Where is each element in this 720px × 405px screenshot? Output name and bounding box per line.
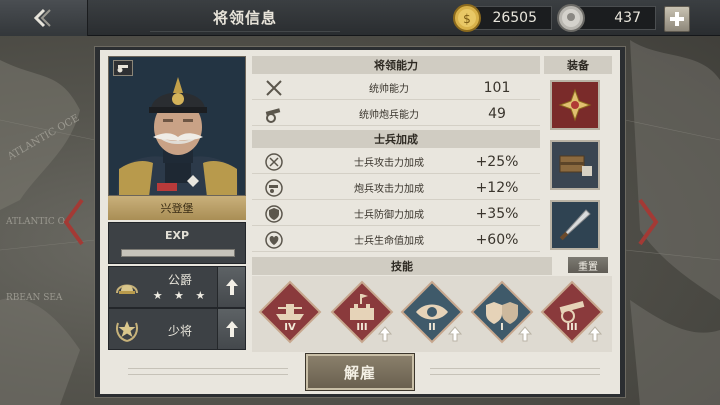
medal-cross-icon bbox=[552, 82, 598, 128]
skill-vision[interactable]: II bbox=[400, 280, 464, 344]
exp-panel: EXP bbox=[108, 222, 246, 264]
bonus-label: 士兵生命值加成 bbox=[354, 236, 424, 247]
bonus-row-attack: 士兵攻击力加成 +25% bbox=[252, 150, 540, 174]
exp-progress-bar bbox=[121, 249, 235, 257]
military-rank-upgrade-button[interactable] bbox=[217, 309, 245, 349]
divider-right bbox=[430, 368, 600, 369]
title-upgrade-button[interactable] bbox=[217, 267, 245, 307]
map-label-atlantic-2: ATLANTIC O bbox=[5, 217, 65, 227]
general-name: 兴登堡 bbox=[108, 196, 246, 220]
silver-counter: 437 bbox=[574, 6, 656, 30]
bonus-label: 士兵攻击力加成 bbox=[354, 158, 424, 169]
arrow-up-icon bbox=[518, 326, 532, 342]
medal-coin-icon bbox=[557, 4, 585, 32]
reset-skills-button[interactable]: 重置 bbox=[568, 257, 608, 273]
skill-shields[interactable]: I bbox=[470, 280, 534, 344]
skill-artillery[interactable]: III bbox=[540, 280, 604, 344]
arrow-up-icon bbox=[225, 279, 238, 295]
rank-emblem-badge bbox=[113, 60, 133, 76]
skill-level: IV bbox=[284, 322, 296, 333]
title-rank-stars: ★ ★ ★ bbox=[152, 289, 210, 302]
bonus-value: +60% bbox=[475, 231, 519, 248]
bonus-label: 炮兵攻击力加成 bbox=[354, 184, 424, 195]
svg-text:$: $ bbox=[463, 12, 471, 26]
gold-counter: 26505 bbox=[470, 6, 552, 30]
bonus-row-health: 士兵生命值加成 +60% bbox=[252, 228, 540, 252]
warship-icon bbox=[258, 280, 322, 344]
previous-general-arrow[interactable] bbox=[62, 198, 86, 246]
bonus-row-artillery: 炮兵攻击力加成 +12% bbox=[252, 176, 540, 200]
ability-row-artillery: 统帅炮兵能力 49 bbox=[252, 102, 540, 126]
artillery-up-icon bbox=[265, 179, 283, 197]
ammo-box-icon bbox=[552, 142, 598, 188]
map-label-sea: RBEAN SEA bbox=[6, 293, 63, 303]
divider-right bbox=[430, 374, 600, 375]
gold-amount: 26505 bbox=[492, 10, 537, 26]
ability-label: 统帅能力 bbox=[369, 84, 409, 95]
ability-row-command: 统帅能力 101 bbox=[252, 76, 540, 100]
next-general-arrow[interactable] bbox=[636, 198, 660, 246]
bonus-label: 士兵防御力加成 bbox=[354, 210, 424, 221]
top-bar: 将领信息 26505 $ 437 bbox=[0, 0, 720, 36]
cannon-icon bbox=[265, 108, 281, 123]
equipment-slot-weapon[interactable] bbox=[550, 200, 600, 250]
ability-value: 101 bbox=[483, 79, 511, 96]
laurel-star-icon bbox=[116, 321, 138, 342]
equipment-slot-supply[interactable] bbox=[550, 140, 600, 190]
military-rank-name: 少将 bbox=[167, 324, 192, 338]
skill-warship[interactable]: IV bbox=[258, 280, 322, 344]
laurel-helmet-icon bbox=[116, 284, 138, 294]
arrow-up-icon bbox=[378, 326, 392, 342]
dagger-icon bbox=[552, 202, 598, 248]
military-rank-row: 少将 bbox=[108, 308, 246, 350]
divider-left bbox=[128, 368, 288, 369]
equipment-heading: 装备 bbox=[544, 56, 612, 74]
divider-left bbox=[128, 374, 288, 375]
chevron-left-icon bbox=[33, 8, 51, 28]
arrow-up-icon bbox=[588, 326, 602, 342]
bonus-value: +35% bbox=[475, 205, 519, 222]
skills-heading: 技能 bbox=[252, 257, 552, 275]
bonus-value: +12% bbox=[475, 179, 519, 196]
title-rank-name: 公爵 bbox=[167, 273, 192, 287]
plus-icon bbox=[670, 12, 684, 26]
shield-up-icon bbox=[265, 205, 283, 223]
skill-fortress[interactable]: III bbox=[330, 280, 394, 344]
gold-coin-icon: $ bbox=[453, 4, 481, 32]
dismiss-button[interactable]: 解雇 bbox=[306, 354, 414, 390]
silver-amount: 437 bbox=[614, 10, 641, 26]
crossed-swords-icon bbox=[266, 80, 282, 96]
cannon-icon bbox=[117, 65, 128, 73]
bonus-value: +25% bbox=[475, 153, 519, 170]
attack-up-icon bbox=[265, 153, 283, 171]
equipment-slot-medal[interactable] bbox=[550, 80, 600, 130]
abilities-heading: 将领能力 bbox=[252, 56, 540, 74]
arrow-up-icon bbox=[448, 326, 462, 342]
page-title: 将领信息 bbox=[150, 4, 340, 32]
heart-up-icon bbox=[265, 231, 283, 249]
arrow-up-icon bbox=[225, 321, 238, 337]
general-portrait bbox=[108, 56, 246, 196]
back-button[interactable] bbox=[0, 0, 88, 36]
bonus-row-defense: 士兵防御力加成 +35% bbox=[252, 202, 540, 226]
title-rank-row: 公爵 ★ ★ ★ bbox=[108, 266, 246, 308]
add-currency-button[interactable] bbox=[664, 6, 690, 32]
soldier-bonus-heading: 士兵加成 bbox=[252, 130, 540, 148]
ability-label: 统帅炮兵能力 bbox=[359, 110, 419, 121]
exp-label: EXP bbox=[164, 229, 190, 242]
ability-value: 49 bbox=[488, 105, 506, 122]
